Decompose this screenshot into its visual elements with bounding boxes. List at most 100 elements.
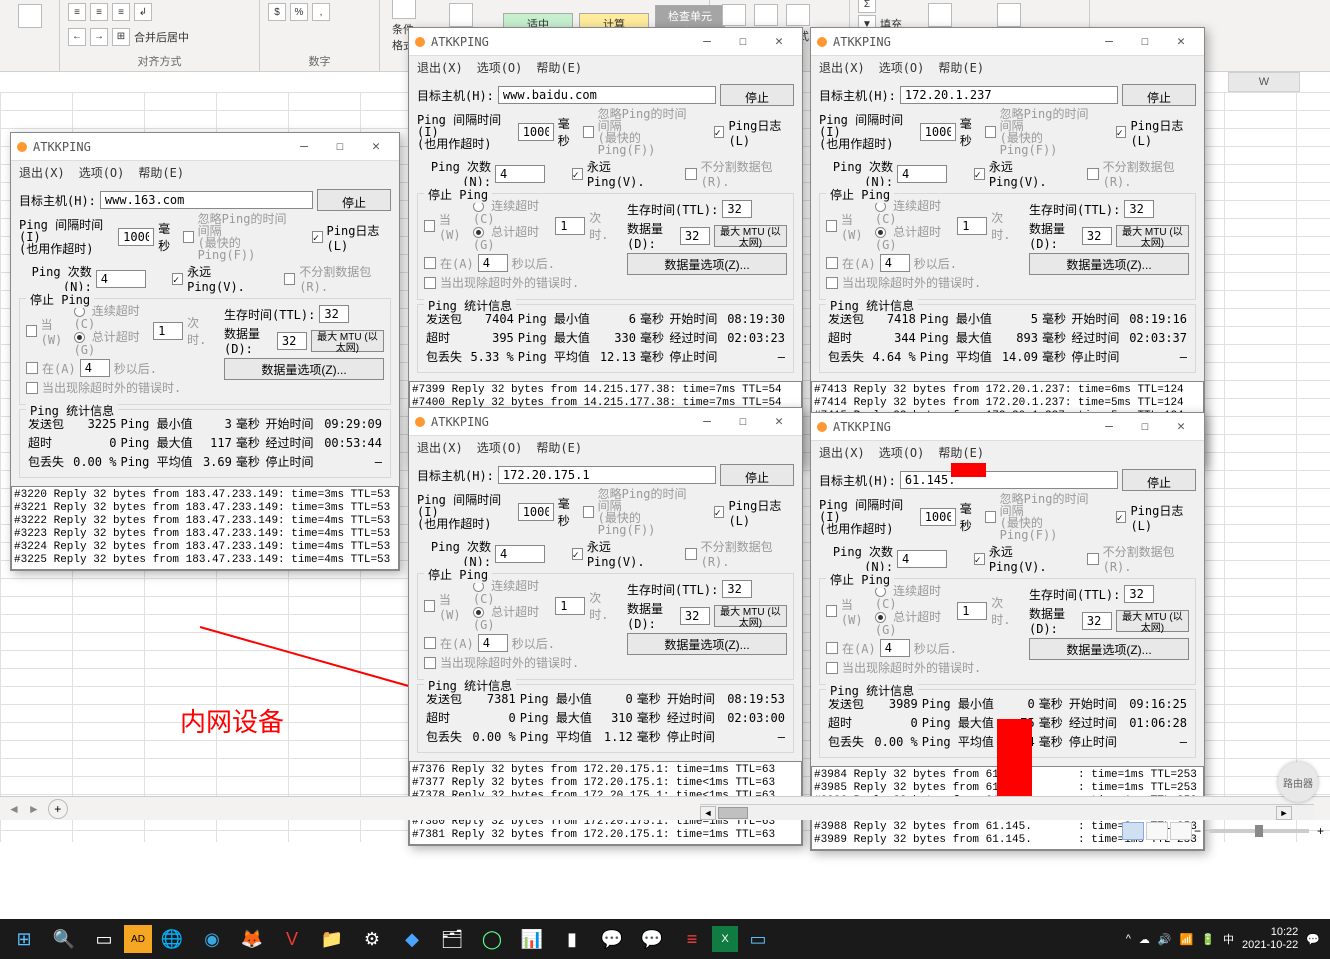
ttl-input[interactable] — [1124, 200, 1154, 218]
ignore-interval-checkbox[interactable] — [583, 506, 594, 518]
no-frag-checkbox[interactable] — [685, 548, 696, 560]
merge-center-label[interactable]: 合并后居中 — [134, 29, 189, 45]
stop-when-checkbox[interactable] — [26, 325, 37, 337]
close-button[interactable]: ✕ — [359, 136, 393, 158]
interval-input[interactable] — [118, 228, 154, 246]
stop-err-checkbox[interactable] — [424, 277, 436, 289]
menu-options[interactable]: 选项(O) — [79, 164, 125, 181]
forever-checkbox[interactable] — [974, 168, 985, 180]
menu-exit[interactable]: 退出(X) — [417, 59, 463, 76]
datasize-option-button[interactable]: 数据量选项(Z)... — [627, 633, 787, 655]
max-mtu-button[interactable]: 最大 MTU (以太网) — [714, 225, 787, 247]
stop-err-checkbox[interactable] — [826, 662, 838, 674]
align-center-icon[interactable]: ≡ — [90, 3, 108, 21]
app-blue-icon[interactable]: ◆ — [392, 919, 432, 959]
ping-log[interactable]: #3220 Reply 32 bytes from 183.47.233.149… — [11, 486, 399, 570]
menu-options[interactable]: 选项(O) — [477, 439, 523, 456]
forever-checkbox[interactable] — [572, 548, 583, 560]
menu-options[interactable]: 选项(O) — [477, 59, 523, 76]
forever-checkbox[interactable] — [974, 553, 985, 565]
timeout-count-input[interactable] — [153, 322, 183, 340]
wechat-icon[interactable]: 💬 — [632, 919, 672, 959]
close-button[interactable]: ✕ — [762, 411, 796, 433]
tray-onedrive-icon[interactable]: ☁ — [1139, 933, 1150, 946]
menu-help[interactable]: 帮助(E) — [938, 444, 984, 461]
ping-log-checkbox[interactable] — [312, 231, 323, 243]
stop-at-checkbox[interactable] — [826, 257, 838, 269]
menu-help[interactable]: 帮助(E) — [536, 439, 582, 456]
max-mtu-button[interactable]: 最大 MTU (以太网) — [1116, 225, 1189, 247]
start-button[interactable]: ⊞ — [4, 919, 44, 959]
stop-at-input[interactable] — [478, 634, 508, 652]
count-input[interactable] — [897, 165, 947, 183]
timeout-count-input[interactable] — [957, 602, 987, 620]
ignore-interval-checkbox[interactable] — [985, 126, 996, 138]
minimize-button[interactable]: ― — [690, 411, 724, 433]
datasize-input[interactable] — [277, 332, 307, 350]
target-host-input[interactable] — [498, 466, 716, 484]
scroll-right-button[interactable]: ► — [1276, 806, 1292, 820]
zoom-in-button[interactable]: + — [1317, 824, 1324, 838]
app-4-icon[interactable]: 📊 — [512, 919, 552, 959]
close-button[interactable]: ✕ — [762, 31, 796, 53]
indent-dec-icon[interactable]: ← — [68, 28, 86, 46]
datasize-input[interactable] — [1082, 227, 1112, 245]
interval-input[interactable] — [518, 123, 554, 141]
interval-input[interactable] — [920, 508, 956, 526]
taskview-icon[interactable]: ▭ — [84, 919, 124, 959]
ignore-interval-checkbox[interactable] — [583, 126, 594, 138]
app-3-icon[interactable]: ◯ — [472, 919, 512, 959]
titlebar[interactable]: ATKKPING ― ☐ ✕ — [409, 28, 802, 56]
scroll-left-button[interactable]: ◄ — [700, 806, 716, 820]
stop-err-checkbox[interactable] — [26, 382, 38, 394]
stop-when-checkbox[interactable] — [424, 220, 435, 232]
menu-exit[interactable]: 退出(X) — [819, 444, 865, 461]
ping-log-checkbox[interactable] — [714, 506, 725, 518]
view-normal-button[interactable] — [1122, 822, 1144, 840]
no-frag-checkbox[interactable] — [1087, 168, 1098, 180]
stop-at-checkbox[interactable] — [424, 637, 436, 649]
max-mtu-button[interactable]: 最大 MTU (以太网) — [311, 330, 384, 352]
menu-help[interactable]: 帮助(E) — [938, 59, 984, 76]
timeout-count-input[interactable] — [555, 217, 585, 235]
maximize-button[interactable]: ☐ — [1128, 31, 1162, 53]
minimize-button[interactable]: ― — [690, 31, 724, 53]
total-radio[interactable] — [473, 227, 484, 238]
menu-options[interactable]: 选项(O) — [879, 59, 925, 76]
stop-button[interactable]: 停止 — [1122, 84, 1196, 106]
total-radio[interactable] — [473, 607, 484, 618]
titlebar[interactable]: ATKKPING ― ☐ ✕ — [409, 408, 802, 436]
minimize-button[interactable]: ― — [1092, 31, 1126, 53]
ping-log-checkbox[interactable] — [714, 126, 725, 138]
ttl-input[interactable] — [1124, 585, 1154, 603]
menu-exit[interactable]: 退出(X) — [19, 164, 65, 181]
app-6-icon[interactable]: ▭ — [738, 919, 778, 959]
horizontal-scrollbar[interactable]: ◄ ► — [700, 804, 1314, 820]
titlebar[interactable]: ATKKPING ― ☐ ✕ — [11, 133, 399, 161]
datasize-option-button[interactable]: 数据量选项(Z)... — [224, 358, 384, 380]
explorer-icon[interactable]: 📁 — [312, 919, 352, 959]
target-host-input[interactable] — [900, 471, 1118, 489]
view-break-button[interactable] — [1170, 822, 1192, 840]
count-input[interactable] — [897, 550, 947, 568]
notification-button[interactable]: 💬 — [1306, 933, 1320, 946]
stop-when-checkbox[interactable] — [826, 605, 837, 617]
maximize-button[interactable]: ☐ — [726, 31, 760, 53]
stop-button[interactable]: 停止 — [720, 464, 794, 486]
maximize-button[interactable]: ☐ — [726, 411, 760, 433]
paste-icon[interactable] — [18, 4, 42, 28]
stop-when-checkbox[interactable] — [424, 600, 435, 612]
timeout-count-input[interactable] — [555, 597, 585, 615]
target-host-input[interactable] — [498, 86, 716, 104]
edge-icon[interactable]: ◉ — [192, 919, 232, 959]
align-left-icon[interactable]: ≡ — [68, 3, 86, 21]
app-1-icon[interactable]: AD — [124, 925, 152, 953]
forever-checkbox[interactable] — [172, 273, 183, 285]
tray-ime-icon[interactable]: 中 — [1223, 931, 1234, 947]
menu-help[interactable]: 帮助(E) — [138, 164, 184, 181]
tray-volume-icon[interactable]: 🔊 — [1158, 933, 1172, 946]
datasize-option-button[interactable]: 数据量选项(Z)... — [1029, 638, 1189, 660]
stop-when-checkbox[interactable] — [826, 220, 837, 232]
terminal-icon[interactable]: ▮ — [552, 919, 592, 959]
ttl-input[interactable] — [319, 305, 349, 323]
